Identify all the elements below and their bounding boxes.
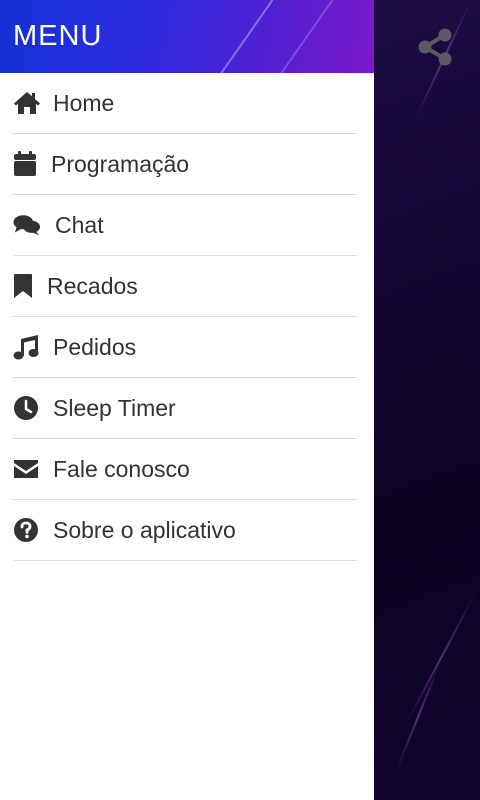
chat-bubbles-icon [13, 211, 41, 239]
menu-item-label: Pedidos [53, 333, 137, 360]
background-streak [395, 660, 442, 773]
header-streak [208, 0, 274, 73]
menu-item-pedidos[interactable]: Pedidos [13, 317, 357, 378]
menu-item-sobre-o-aplicativo[interactable]: Sobre o aplicativo [13, 500, 357, 561]
menu-item-label: Chat [55, 211, 104, 238]
envelope-icon [13, 455, 41, 483]
menu-item-label: Sleep Timer [53, 394, 176, 421]
menu-item-sleep-timer[interactable]: Sleep Timer [13, 378, 357, 439]
menu-item-label: Fale conosco [53, 455, 190, 482]
background-streak [405, 590, 478, 724]
menu-item-label: Recados [47, 272, 138, 299]
calendar-icon [13, 150, 41, 178]
menu-item-label: Home [53, 89, 115, 116]
home-icon [13, 89, 41, 117]
share-icon [418, 28, 452, 66]
music-note-icon [13, 333, 41, 361]
drawer-header: MENU [0, 0, 374, 73]
menu-item-label: Sobre o aplicativo [53, 516, 236, 543]
question-circle-icon [13, 516, 41, 544]
clock-icon [13, 394, 41, 422]
menu-list: Home Programação Chat Recados Pedidos Sl… [0, 73, 374, 561]
menu-item-fale-conosco[interactable]: Fale conosco [13, 439, 357, 500]
app-screen: MENU Home Programação Chat Recados Pedid… [0, 0, 480, 800]
drawer-title: MENU [13, 20, 103, 52]
bookmark-icon [13, 272, 41, 300]
menu-item-recados[interactable]: Recados [13, 256, 357, 317]
navigation-drawer: MENU Home Programação Chat Recados Pedid… [0, 0, 374, 800]
menu-item-label: Programação [51, 150, 190, 177]
menu-item-chat[interactable]: Chat [13, 195, 357, 256]
menu-item-programacao[interactable]: Programação [13, 134, 357, 195]
header-streak [268, 0, 334, 73]
share-button[interactable] [414, 26, 456, 68]
menu-item-home[interactable]: Home [13, 73, 357, 134]
